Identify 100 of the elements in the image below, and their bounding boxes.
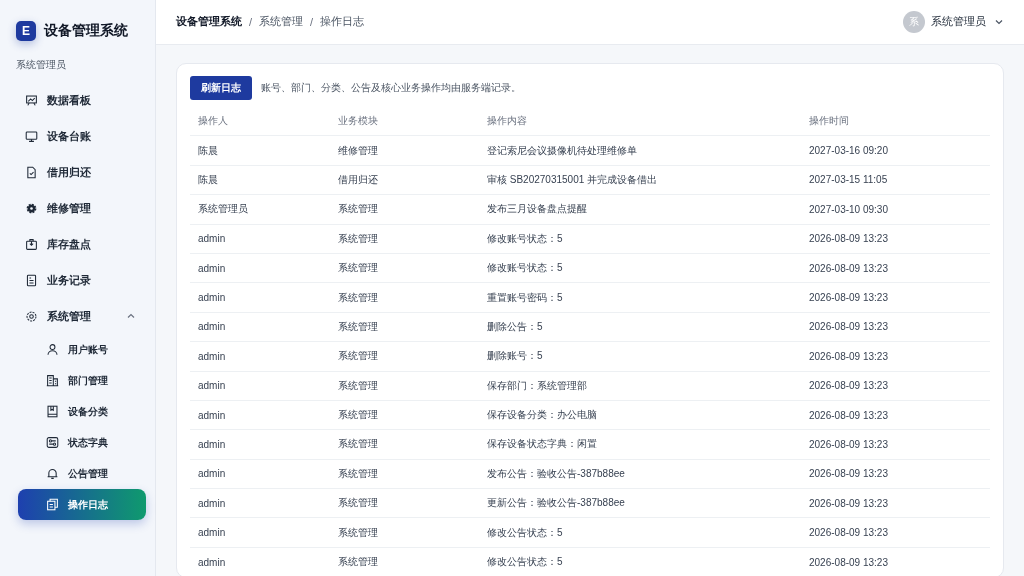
user-icon <box>46 343 59 356</box>
breadcrumb-link[interactable]: 设备管理系统 <box>176 15 242 29</box>
column-header: 业务模块 <box>338 115 378 127</box>
table-cell: 系统管理 <box>338 467 378 479</box>
table-cell: 重置账号密码：5 <box>487 291 563 303</box>
sidebar-item[interactable]: 借用归还 <box>9 154 146 190</box>
table-cell: 2026-08-09 13:23 <box>809 321 888 333</box>
table-cell: admin <box>198 439 226 450</box>
table-cell: 审核 SB20270315001 并完成设备借出 <box>487 173 658 185</box>
chart-board-icon <box>25 93 38 107</box>
info-text: 账号、部门、分类、公告及核心业务操作均由服务端记录。 <box>261 81 521 95</box>
column-header: 操作内容 <box>487 115 527 127</box>
table-cell: 2026-08-09 13:23 <box>809 409 888 421</box>
table-cell: 系统管理 <box>338 232 378 244</box>
table-cell: admin <box>198 497 226 509</box>
table-cell: 2027-03-15 11:05 <box>809 174 888 186</box>
sidebar-subitem[interactable]: 用户账号 <box>9 334 146 365</box>
copy-icon <box>46 498 59 511</box>
table-cell: 2027-03-10 09:30 <box>809 203 888 215</box>
sidebar-item[interactable]: 库存盘点 <box>9 226 146 262</box>
table-cell: 2026-08-09 13:23 <box>809 439 888 450</box>
table-cell: admin <box>198 527 226 539</box>
chevron-down-icon[interactable] <box>994 17 1004 27</box>
table-cell: admin <box>198 409 226 421</box>
table-cell: 2026-08-09 13:23 <box>809 380 888 392</box>
table-cell: admin <box>198 556 226 568</box>
table-cell: 删除账号：5 <box>487 350 543 362</box>
user-name[interactable]: 系统管理员 <box>931 15 986 29</box>
table-cell: 更新公告：验收公告-387b88ee <box>487 497 625 509</box>
table-cell: 系统管理 <box>338 203 378 215</box>
table-cell: 系统管理 <box>338 379 378 391</box>
table-cell: admin <box>198 321 226 333</box>
document-icon <box>25 165 38 179</box>
sidebar-item[interactable]: 设备台账 <box>9 118 146 154</box>
table-cell: 系统管理员 <box>198 203 248 215</box>
table-cell: 2026-08-09 13:23 <box>809 233 888 245</box>
table-cell: 修改账号状态：5 <box>487 262 563 274</box>
table-cell: admin <box>198 350 226 362</box>
table-cell: 2026-08-09 13:23 <box>809 527 888 539</box>
table-cell: admin <box>198 380 226 392</box>
table-cell: 系统管理 <box>338 320 378 332</box>
table-cell: 2026-08-09 13:23 <box>809 497 888 509</box>
table-cell: 陈晨 <box>198 173 218 185</box>
refresh-button[interactable]: 刷新日志 <box>190 76 252 100</box>
sidebar-subitem[interactable]: 设备分类 <box>9 396 146 427</box>
table-cell: 2026-08-09 13:23 <box>809 468 888 480</box>
breadcrumb-link[interactable]: 系统管理 <box>259 15 304 29</box>
table-cell: 2026-08-09 13:23 <box>809 262 888 274</box>
sidebar-item[interactable]: 数据看板 <box>9 82 146 118</box>
table-cell: admin <box>198 233 226 245</box>
column-header: 操作人 <box>198 115 228 127</box>
table-cell: 系统管理 <box>338 526 378 538</box>
sidebar-subitem[interactable]: 操作日志 <box>18 489 146 520</box>
breadcrumb-separator: / <box>249 16 253 28</box>
table-cell: admin <box>198 468 226 480</box>
table-cell: 登记索尼会议摄像机待处理维修单 <box>487 144 637 156</box>
table-cell: 系统管理 <box>338 350 378 362</box>
table-cell: 修改公告状态：5 <box>487 556 563 568</box>
breadcrumb-separator: / <box>310 16 314 28</box>
monitor-icon <box>25 129 38 143</box>
table-cell: 系统管理 <box>338 409 378 421</box>
table-cell: 系统管理 <box>338 438 378 450</box>
table-cell: 维修管理 <box>338 144 378 156</box>
table-cell: 系统管理 <box>338 497 378 509</box>
table-cell: 发布三月设备盘点提醒 <box>487 203 587 215</box>
table-cell: 2026-08-09 13:23 <box>809 350 888 362</box>
sidebar-item[interactable]: 系统管理 <box>9 298 146 334</box>
table-cell: 发布公告：验收公告-387b88ee <box>487 467 625 479</box>
sidebar-subitem[interactable]: 状态字典 <box>9 427 146 458</box>
table-cell: 删除公告：5 <box>487 320 543 332</box>
bell-icon <box>46 467 59 480</box>
sidebar-subitem[interactable]: 公告管理 <box>9 458 146 489</box>
table-cell: 2027-03-16 09:20 <box>809 145 888 157</box>
table-cell: 2026-08-09 13:23 <box>809 556 888 568</box>
table-cell: 修改账号状态：5 <box>487 232 563 244</box>
table-cell: 保存部门：系统管理部 <box>487 379 587 391</box>
table-cell: 陈晨 <box>198 144 218 156</box>
table-cell: 系统管理 <box>338 291 378 303</box>
building-icon <box>46 374 59 387</box>
sidebar-subitem[interactable]: 部门管理 <box>9 365 146 396</box>
book-icon <box>46 405 59 418</box>
switch-icon <box>46 436 59 449</box>
gear-icon <box>25 201 38 215</box>
box-icon <box>25 237 38 251</box>
app-title: 设备管理系统 <box>44 22 128 40</box>
settings-icon <box>25 309 38 323</box>
table-cell: 2026-08-09 13:23 <box>809 292 888 304</box>
column-header: 操作时间 <box>809 115 849 127</box>
table-cell: admin <box>198 262 226 274</box>
logo-icon: E <box>16 21 36 41</box>
table-cell: admin <box>198 292 226 304</box>
table-cell: 修改公告状态：5 <box>487 526 563 538</box>
table-cell: 借用归还 <box>338 173 378 185</box>
table-cell: 保存设备状态字典：闲置 <box>487 438 597 450</box>
role-label: 系统管理员 <box>16 58 67 72</box>
table-cell: 系统管理 <box>338 556 378 568</box>
sidebar-item[interactable]: 业务记录 <box>9 262 146 298</box>
sidebar-item[interactable]: 维修管理 <box>9 190 146 226</box>
table-cell: 系统管理 <box>338 262 378 274</box>
list-icon <box>25 273 38 287</box>
